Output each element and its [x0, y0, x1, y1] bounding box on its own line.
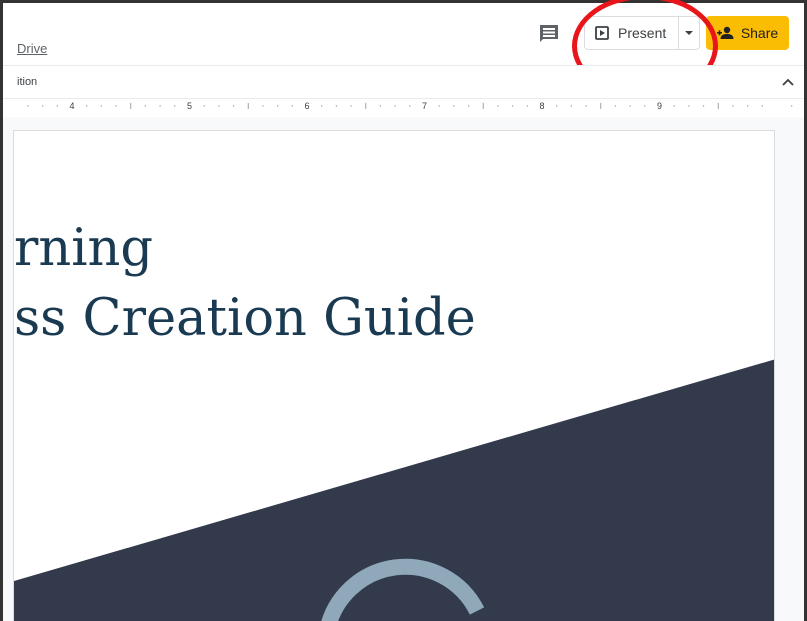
ruler-number: 7 — [422, 101, 427, 111]
ruler-dot — [144, 105, 147, 107]
present-icon — [595, 26, 609, 40]
ruler-dot — [379, 105, 382, 107]
ruler-number: 6 — [304, 101, 309, 111]
person-add-icon — [716, 26, 734, 39]
ruler-dot — [688, 105, 690, 107]
ruler-dot — [511, 105, 514, 107]
present-dropdown-button[interactable] — [679, 17, 699, 49]
ruler-dot — [702, 105, 705, 107]
ruler-dot — [276, 105, 279, 107]
ruler-scale: 4 5 6 7 8 9 — [27, 101, 793, 111]
ruler-dot — [555, 105, 558, 107]
ruler-dot — [350, 105, 352, 107]
ruler-dot — [453, 105, 455, 107]
present-button-group: Present — [584, 16, 700, 50]
ruler-dot — [27, 105, 29, 107]
ruler-dot — [100, 105, 103, 107]
ruler-dot — [320, 105, 323, 107]
ruler-dot — [41, 105, 44, 107]
slide-graphics — [14, 359, 774, 621]
comment-icon — [540, 25, 558, 42]
caret-down-icon — [685, 31, 693, 35]
chevron-up-icon — [782, 78, 794, 86]
ruler-dot — [585, 105, 587, 107]
ruler-dot — [85, 105, 88, 107]
ruler-dot — [438, 105, 440, 107]
ruler-dot — [497, 105, 499, 107]
ruler-dot — [335, 105, 338, 107]
ruler-dot — [291, 105, 294, 107]
ruler-dot — [115, 105, 117, 107]
ruler-number: 5 — [187, 101, 192, 111]
ruler-dot — [790, 105, 793, 107]
present-button[interactable]: Present — [585, 17, 679, 49]
ruler-dot — [203, 105, 205, 107]
present-label: Present — [618, 25, 667, 41]
share-button[interactable]: Share — [706, 16, 789, 50]
ruler-dot — [232, 105, 235, 107]
ruler-dot — [409, 105, 411, 107]
share-label: Share — [740, 25, 779, 41]
ruler-dot — [732, 105, 734, 107]
ruler-dot — [467, 105, 470, 107]
toolbar-label: ition — [17, 76, 38, 88]
ruler-dot — [159, 105, 161, 107]
slide-title-line-1: rning — [14, 219, 154, 278]
slide-title-line-2: ss Creation Guide — [14, 289, 476, 348]
ruler-dot — [746, 105, 749, 107]
collapse-toolbar-button[interactable] — [780, 75, 796, 91]
comments-button[interactable] — [536, 22, 562, 46]
ruler-dot — [761, 105, 764, 107]
ruler-dot — [262, 105, 264, 107]
ruler-dot — [394, 105, 396, 107]
drive-link[interactable]: Drive — [17, 41, 47, 56]
slide-dark-band — [14, 359, 774, 621]
ruler-dot — [174, 105, 176, 107]
ruler-dot — [56, 105, 59, 107]
ruler-number: 8 — [539, 101, 544, 111]
horizontal-ruler[interactable]: 4 5 6 7 8 9 — [3, 99, 804, 117]
ruler-dot — [673, 105, 675, 107]
toolbar: ition — [3, 65, 804, 99]
ruler-dot — [570, 105, 573, 107]
ruler-dot — [526, 105, 529, 107]
ruler-dot — [644, 105, 646, 107]
ruler-dot — [614, 105, 617, 107]
ruler-dot — [218, 105, 220, 107]
ruler-dot — [629, 105, 631, 107]
slide[interactable]: rning ss Creation Guide — [13, 130, 775, 621]
ruler-number: 4 — [69, 101, 74, 111]
ruler-number: 9 — [657, 101, 662, 111]
